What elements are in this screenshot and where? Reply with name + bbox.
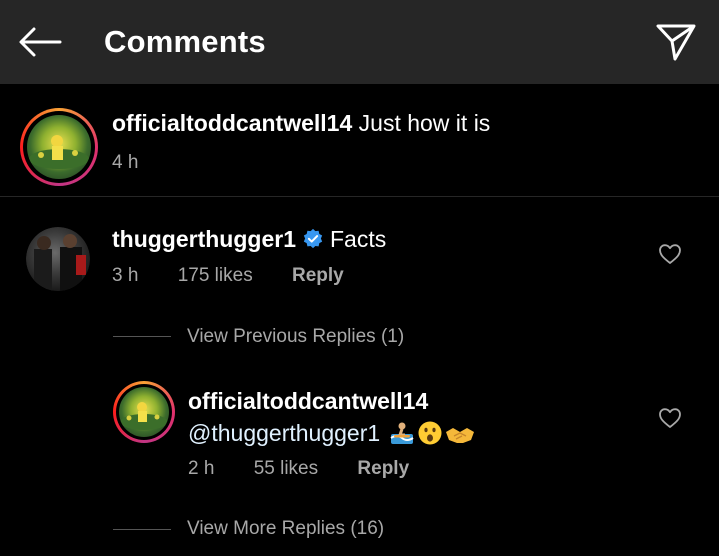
comment-time: 3 h bbox=[112, 265, 139, 286]
reply-meta: 2 h 55 likes Reply bbox=[188, 458, 443, 480]
avatar[interactable] bbox=[20, 108, 98, 186]
reply-button[interactable]: Reply bbox=[357, 458, 409, 479]
avatar[interactable] bbox=[113, 381, 175, 443]
profile-photo bbox=[26, 227, 90, 291]
comment: thuggerthugger1 Facts bbox=[112, 226, 386, 253]
header-bar: Comments bbox=[0, 0, 719, 84]
reply-username-row: officialtoddcantwell14 bbox=[188, 388, 428, 415]
thread-line bbox=[113, 529, 171, 530]
reply-body: @thuggerthugger1 bbox=[188, 420, 475, 447]
view-previous-replies-link[interactable]: View Previous Replies (1) bbox=[187, 326, 404, 348]
thread-line bbox=[113, 336, 171, 337]
reply-time: 2 h bbox=[188, 458, 215, 479]
heart-icon[interactable] bbox=[658, 407, 682, 429]
reply-likes[interactable]: 55 likes bbox=[254, 458, 318, 479]
caption-text: Just how it is bbox=[358, 110, 491, 136]
reply-username[interactable]: officialtoddcantwell14 bbox=[188, 388, 428, 414]
profile-photo bbox=[119, 387, 169, 437]
avatar[interactable] bbox=[26, 227, 90, 291]
surfer-emoji-icon bbox=[389, 422, 414, 444]
handshake-emoji-icon bbox=[445, 428, 474, 443]
comment-likes[interactable]: 175 likes bbox=[178, 265, 253, 286]
caption-username[interactable]: officialtoddcantwell14 bbox=[112, 110, 352, 136]
heart-icon[interactable] bbox=[658, 243, 682, 265]
direct-send-icon[interactable] bbox=[655, 22, 697, 62]
comment-meta: 3 h 175 likes Reply bbox=[112, 265, 378, 287]
page-title: Comments bbox=[104, 24, 266, 59]
caption-time: 4 h bbox=[112, 152, 139, 173]
reply-button[interactable]: Reply bbox=[292, 265, 344, 286]
comment-username[interactable]: thuggerthugger1 bbox=[112, 226, 296, 252]
view-more-replies-link[interactable]: View More Replies (16) bbox=[187, 518, 384, 540]
verified-badge-icon bbox=[303, 228, 323, 249]
profile-photo bbox=[27, 115, 91, 179]
astonished-face-emoji-icon bbox=[418, 421, 442, 445]
divider bbox=[0, 196, 719, 197]
caption-meta: 4 h bbox=[112, 152, 172, 174]
caption: officialtoddcantwell14 Just how it is bbox=[112, 110, 490, 137]
comment-text: Facts bbox=[330, 226, 387, 252]
back-arrow-icon[interactable] bbox=[18, 26, 62, 58]
mention-link[interactable]: @thuggerthugger1 bbox=[188, 420, 380, 446]
